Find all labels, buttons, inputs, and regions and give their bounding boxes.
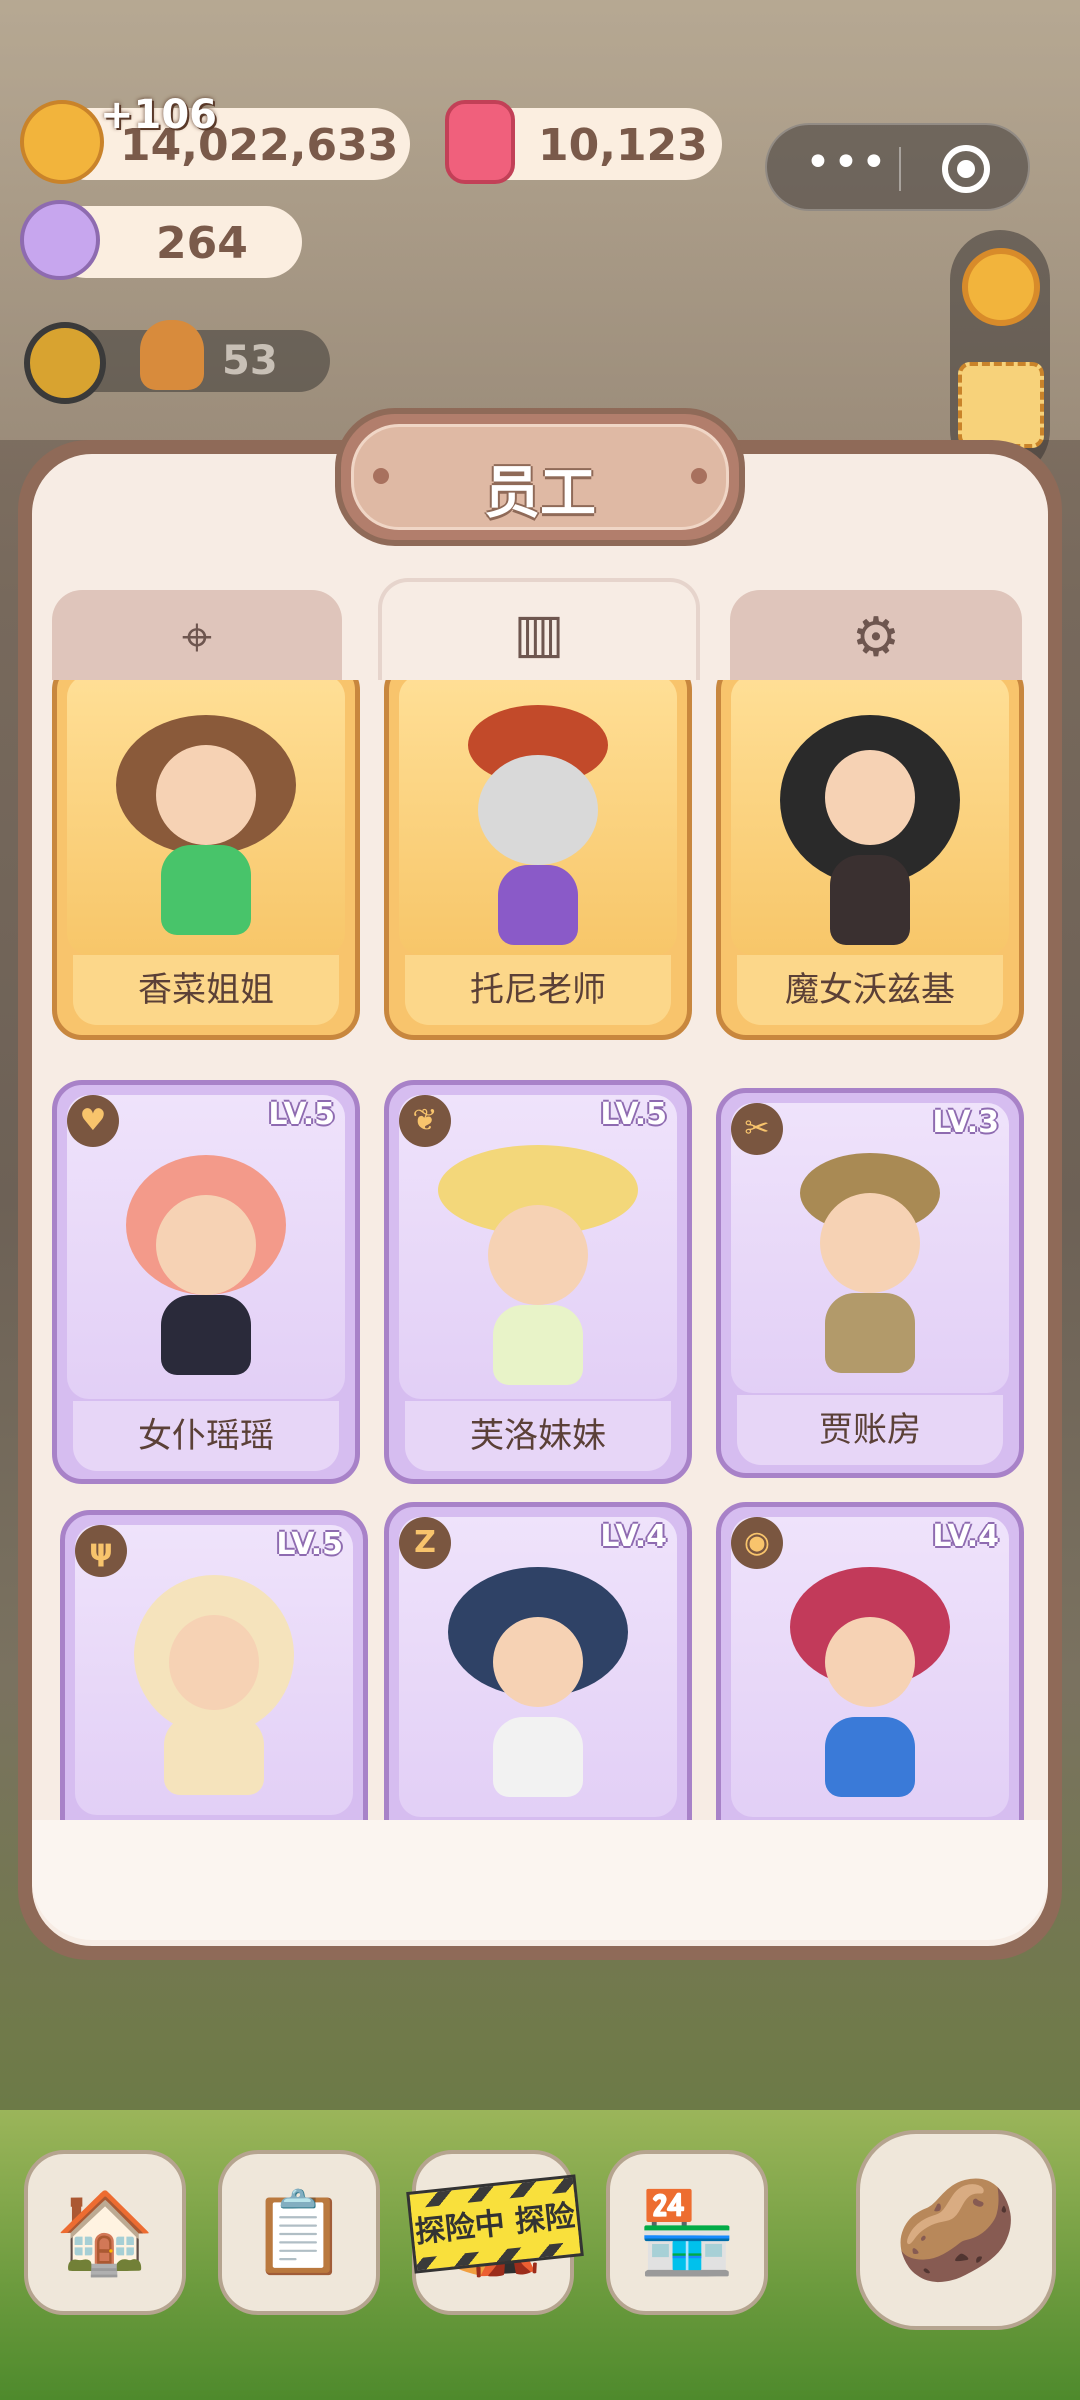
- sun-icon: [24, 322, 106, 404]
- staff-card[interactable]: 托尼老师: [384, 680, 692, 1040]
- capsule-separator: [899, 147, 901, 191]
- panel-title: 员工: [484, 461, 596, 526]
- character-figure: [448, 705, 628, 945]
- character-figure: [780, 1567, 960, 1807]
- character-figure: [116, 715, 296, 945]
- role-badge-icon: ❦: [399, 1095, 451, 1147]
- nav-shop-button[interactable]: 🏪: [606, 2150, 768, 2315]
- face: [493, 1617, 583, 1707]
- body: [830, 855, 910, 945]
- role-badge-icon: Z: [399, 1517, 451, 1569]
- body: [161, 1295, 251, 1375]
- staff-card[interactable]: ◉ LV.4: [716, 1502, 1024, 1837]
- nav-notes-button[interactable]: 📋: [218, 2150, 380, 2315]
- shop-stall-icon: 🏪: [637, 2185, 737, 2279]
- character-figure: [116, 1155, 296, 1395]
- staff-card[interactable]: Z LV.4: [384, 1502, 692, 1837]
- panel-title-plate: 员工: [335, 408, 745, 546]
- body: [825, 1293, 915, 1373]
- mushroom-house-icon: 🏠: [55, 2185, 155, 2279]
- body: [493, 1305, 583, 1385]
- staff-portrait: [67, 680, 345, 955]
- map-pin-icon: ⌖: [181, 605, 213, 669]
- staff-grid: 香菜姐姐 托尼老师 魔女沃兹基 ♥ LV.5 女仆瑶瑶 ❦ LV.5 芙洛妹妹 …: [38, 680, 1048, 1837]
- staff-card[interactable]: 魔女沃兹基: [716, 680, 1024, 1040]
- staff-level: LV.3: [932, 1105, 999, 1140]
- face: [820, 1193, 920, 1293]
- mascot-icon: 🥔: [893, 2171, 1019, 2288]
- gingerbread-icon: [140, 320, 204, 390]
- face: [156, 745, 256, 845]
- nav-home-button[interactable]: 🏠: [24, 2150, 186, 2315]
- staff-level: LV.5: [276, 1527, 343, 1562]
- body: [825, 1717, 915, 1797]
- exploring-banner-text: 探险中 探险: [410, 2191, 580, 2259]
- role-badge-icon: ✂: [731, 1103, 783, 1155]
- flower-gear-icon[interactable]: [962, 248, 1040, 326]
- staff-level: LV.5: [600, 1097, 667, 1132]
- coins-gain: +106: [100, 92, 218, 138]
- role-badge-icon: ◉: [731, 1517, 783, 1569]
- staff-name: 女仆瑶瑶: [73, 1401, 339, 1471]
- panel-bottom-edge: [32, 1820, 1048, 1940]
- role-badge-icon: ♥: [67, 1095, 119, 1147]
- more-button[interactable]: •••: [805, 137, 889, 188]
- notepad-icon: 📋: [249, 2185, 349, 2279]
- candle-icon: [445, 100, 515, 184]
- candy-gem-icon: [20, 200, 100, 280]
- staff-portrait: [731, 680, 1009, 955]
- staff-card[interactable]: ❦ LV.5 芙洛妹妹: [384, 1080, 692, 1484]
- sub-counter-value: 53: [222, 338, 278, 384]
- staff-name: 香菜姐姐: [73, 955, 339, 1025]
- mini-program-capsule[interactable]: •••: [765, 123, 1030, 211]
- face: [488, 1205, 588, 1305]
- body: [493, 1717, 583, 1797]
- nav-mascot-button[interactable]: 🥔: [856, 2130, 1056, 2330]
- tab-settings[interactable]: ⚙: [730, 590, 1022, 680]
- gems-value: 264: [156, 218, 248, 269]
- body: [164, 1715, 264, 1795]
- tab-staff-book[interactable]: ▥: [378, 578, 700, 680]
- candles-value: 10,123: [538, 120, 708, 171]
- face: [478, 755, 598, 865]
- character-figure: [438, 1145, 638, 1395]
- character-figure: [448, 1567, 628, 1807]
- character-figure: [780, 1153, 960, 1383]
- body: [161, 845, 251, 935]
- character-figure: [780, 705, 960, 945]
- stamp-icon[interactable]: [958, 362, 1044, 448]
- staff-name: 芙洛妹妹: [405, 1401, 671, 1471]
- staff-level: LV.4: [932, 1519, 999, 1554]
- staff-card[interactable]: ψ LV.5: [60, 1510, 368, 1837]
- staff-name: 托尼老师: [405, 955, 671, 1025]
- staff-card[interactable]: ✂ LV.3 贾账房: [716, 1088, 1024, 1478]
- staff-card[interactable]: 香菜姐姐: [52, 680, 360, 1040]
- face: [825, 750, 915, 845]
- staff-name: 魔女沃兹基: [737, 955, 1003, 1025]
- character-figure: [124, 1575, 304, 1805]
- staff-level: LV.5: [268, 1097, 335, 1132]
- tab-location[interactable]: ⌖: [52, 590, 342, 680]
- face: [825, 1617, 915, 1707]
- staff-card[interactable]: ♥ LV.5 女仆瑶瑶: [52, 1080, 360, 1484]
- book-icon: ▥: [513, 601, 565, 665]
- face: [156, 1195, 256, 1295]
- face: [169, 1615, 259, 1710]
- close-target-icon[interactable]: [942, 145, 990, 193]
- staff-portrait: [399, 680, 677, 955]
- staff-name: 贾账房: [737, 1395, 1003, 1465]
- role-badge-icon: ψ: [75, 1525, 127, 1577]
- cookie-coin-icon: [20, 100, 104, 184]
- staff-level: LV.4: [600, 1519, 667, 1554]
- gear-icon: ⚙: [851, 605, 901, 669]
- body: [498, 865, 578, 945]
